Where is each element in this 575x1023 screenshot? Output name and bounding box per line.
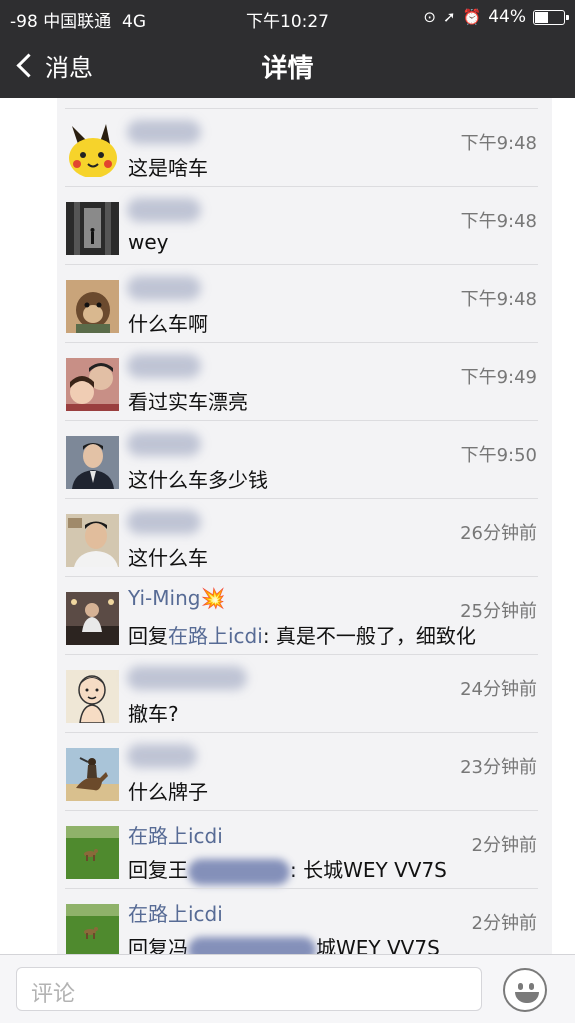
- divider: [65, 498, 538, 499]
- reply-prefix: 回复: [128, 624, 168, 648]
- avatar[interactable]: [66, 280, 119, 333]
- avatar[interactable]: [66, 670, 119, 723]
- reply-target[interactable]: 在路上icdi: [168, 624, 263, 648]
- comment-text: 这什么车: [128, 546, 208, 570]
- comment-input[interactable]: 评论: [16, 967, 482, 1011]
- comment-author-redacted: [127, 198, 201, 222]
- comment-item[interactable]: 24分钟前 撤车?: [57, 654, 552, 732]
- comment-item[interactable]: 下午9:48 wey: [57, 186, 552, 264]
- avatar[interactable]: [66, 202, 119, 255]
- comment-item[interactable]: 在路上icdi 2分钟前 回复王 : 长城WEY VV7S: [57, 810, 552, 888]
- comment-text: 什么车啊: [128, 312, 208, 336]
- comment-text: wey: [128, 230, 169, 254]
- comment-time: 2分钟前: [471, 913, 537, 934]
- comment-input-bar: 评论: [0, 954, 575, 1023]
- reply-body: 城WEY VV7S: [316, 936, 440, 954]
- comment-text: 这什么车多少钱: [128, 468, 268, 492]
- comment-author-redacted: [127, 120, 201, 144]
- comment-author-redacted: [127, 276, 201, 300]
- comment-item[interactable]: 下午9:48 什么车啊: [57, 264, 552, 342]
- comment-author-redacted: [127, 510, 201, 534]
- divider: [65, 732, 538, 733]
- comment-author[interactable]: 在路上icdi: [128, 820, 223, 849]
- divider: [65, 264, 538, 265]
- avatar[interactable]: [66, 748, 119, 801]
- comment-time: 23分钟前: [460, 757, 537, 778]
- avatar[interactable]: [66, 358, 119, 411]
- comment-author-redacted: [127, 354, 201, 378]
- smiley-eye-right: [529, 983, 534, 990]
- comment-time: 下午9:49: [460, 367, 537, 388]
- reply-body: : 长城WEY VV7S: [290, 858, 447, 882]
- avatar[interactable]: [66, 436, 119, 489]
- divider: [65, 342, 538, 343]
- comment-item[interactable]: 下午9:49 看过实车漂亮: [57, 342, 552, 420]
- comment-list[interactable]: 下午9:48 这是啥车 下午9:48 wey 下午9:48 什么车啊 下午9:4…: [0, 98, 575, 954]
- divider: [65, 108, 538, 109]
- comment-time: 2分钟前: [471, 835, 537, 856]
- comment-item[interactable]: 26分钟前 这什么车: [57, 498, 552, 576]
- status-bar: -98 中国联通 4G 下午10:27 ⊙ ➚ ⏰ 44%: [0, 0, 575, 34]
- reply-prefix: 回复冯: [128, 936, 188, 954]
- comment-time: 26分钟前: [460, 523, 537, 544]
- divider: [65, 888, 538, 889]
- comment-time: 24分钟前: [460, 679, 537, 700]
- battery-icon: [533, 9, 569, 25]
- comment-author[interactable]: 在路上icdi: [128, 898, 223, 927]
- comment-item[interactable]: 在路上icdi 2分钟前 回复冯 城WEY VV7S: [57, 888, 552, 954]
- orientation-lock-icon: ⊙: [423, 8, 436, 26]
- smiley-icon[interactable]: [503, 968, 547, 1012]
- divider: [65, 810, 538, 811]
- comment-author-redacted: [127, 432, 201, 456]
- redacted-name: [188, 936, 316, 954]
- location-arrow-icon: ➚: [442, 8, 456, 26]
- comment-text: 这是啥车: [128, 156, 208, 180]
- smiley-eye-left: [518, 983, 523, 990]
- comment-time: 下午9:50: [460, 445, 537, 466]
- page-title: 详情: [261, 54, 314, 84]
- comment-author-redacted: [127, 666, 247, 690]
- comment-time: 下午9:48: [460, 133, 537, 154]
- redacted-name: [188, 858, 290, 885]
- avatar[interactable]: [66, 124, 119, 177]
- comment-text: 什么牌子: [128, 780, 208, 804]
- comment-text: 回复王 : 长城WEY VV7S: [128, 854, 447, 885]
- comment-item[interactable]: 23分钟前 什么牌子: [57, 732, 552, 810]
- comment-author[interactable]: Yi-Ming💥: [128, 586, 225, 610]
- comment-text: 回复冯 城WEY VV7S: [128, 932, 440, 954]
- comment-item[interactable]: 下午9:50 这什么车多少钱: [57, 420, 552, 498]
- reply-prefix: 回复王: [128, 858, 188, 882]
- divider: [65, 654, 538, 655]
- comment-item[interactable]: Yi-Ming💥 25分钟前 回复在路上icdi: 真是不一般了，细致化: [57, 576, 552, 654]
- comment-panel: 下午9:48 这是啥车 下午9:48 wey 下午9:48 什么车啊 下午9:4…: [57, 98, 552, 954]
- avatar[interactable]: [66, 592, 119, 645]
- comment-time: 下午9:48: [460, 211, 537, 232]
- smiley-mouth: [515, 992, 539, 1003]
- divider: [65, 576, 538, 577]
- comment-text: 看过实车漂亮: [128, 390, 248, 414]
- avatar[interactable]: [66, 904, 119, 954]
- alarm-icon: ⏰: [462, 8, 482, 26]
- divider: [65, 420, 538, 421]
- comment-text: 回复在路上icdi: 真是不一般了，细致化: [128, 620, 476, 649]
- comment-item[interactable]: 下午9:48 这是啥车: [57, 108, 552, 186]
- avatar[interactable]: [66, 826, 119, 879]
- navigation-bar: 消息 详情: [0, 34, 575, 98]
- battery-percent: 44%: [488, 7, 526, 27]
- comment-author-redacted: [127, 744, 197, 768]
- avatar[interactable]: [66, 514, 119, 567]
- divider: [65, 186, 538, 187]
- reply-body: : 真是不一般了，细致化: [262, 624, 476, 648]
- comment-time: 下午9:48: [460, 289, 537, 310]
- comment-text: 撤车?: [128, 702, 179, 726]
